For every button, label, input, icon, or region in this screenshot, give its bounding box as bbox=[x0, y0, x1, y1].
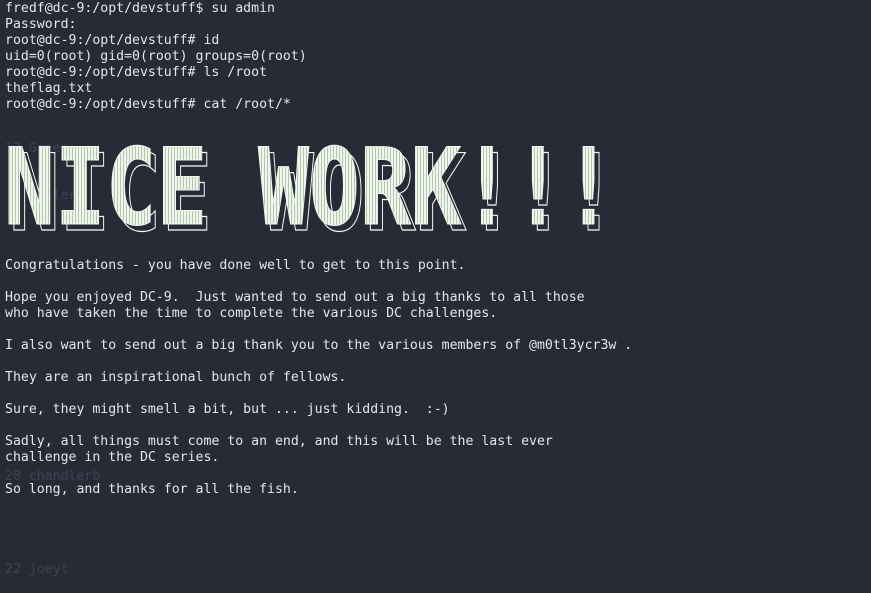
terminal-line-cat-cmd: root@dc-9:/opt/devstuff# cat /root/* bbox=[5, 97, 291, 112]
terminal-output[interactable]: fredf@dc-9:/opt/devstuff$ su admin Passw… bbox=[5, 1, 871, 113]
flag-message: Congratulations - you have done well to … bbox=[5, 258, 871, 498]
banner-svg: NICE WORK!!! NICE WORK!!! bbox=[4, 144, 620, 236]
message-sadly-line-1: Sadly, all things must come to an end, a… bbox=[5, 434, 553, 449]
message-hope-line-2: who have taken the time to complete the … bbox=[5, 306, 498, 321]
message-hope-line-1: Hope you enjoyed DC-9. Just wanted to se… bbox=[5, 290, 585, 305]
message-smell: Sure, they might smell a bit, but ... ju… bbox=[5, 402, 450, 417]
terminal-line-su: fredf@dc-9:/opt/devstuff$ su admin bbox=[5, 1, 275, 16]
terminal-line-id-output: uid=0(root) gid=0(root) groups=0(root) bbox=[5, 49, 307, 64]
ghost-line bbox=[5, 235, 100, 251]
ghost-line bbox=[5, 515, 100, 531]
terminal-line-ls-cmd: root@dc-9:/opt/devstuff# ls /root bbox=[5, 65, 268, 80]
message-thanks: I also want to send out a big thank you … bbox=[5, 338, 633, 353]
message-inspirational: They are an inspirational bunch of fello… bbox=[5, 370, 347, 385]
message-fish: So long, and thanks for all the fish. bbox=[5, 482, 299, 497]
terminal-line-id-cmd: root@dc-9:/opt/devstuff# id bbox=[5, 33, 220, 48]
terminal-line-ls-output: theflag.txt bbox=[5, 81, 93, 96]
ghost-line: 22 joeyt bbox=[5, 562, 69, 578]
ascii-art-banner: NICE WORK!!! NICE WORK!!! bbox=[4, 144, 624, 236]
message-sadly-line-2: challenge in the DC series. bbox=[5, 450, 220, 465]
message-congrats: Congratulations - you have done well to … bbox=[5, 258, 466, 273]
terminal-line-password: Password: bbox=[5, 17, 77, 32]
banner-text-main: NICE WORK!!! bbox=[4, 144, 614, 236]
